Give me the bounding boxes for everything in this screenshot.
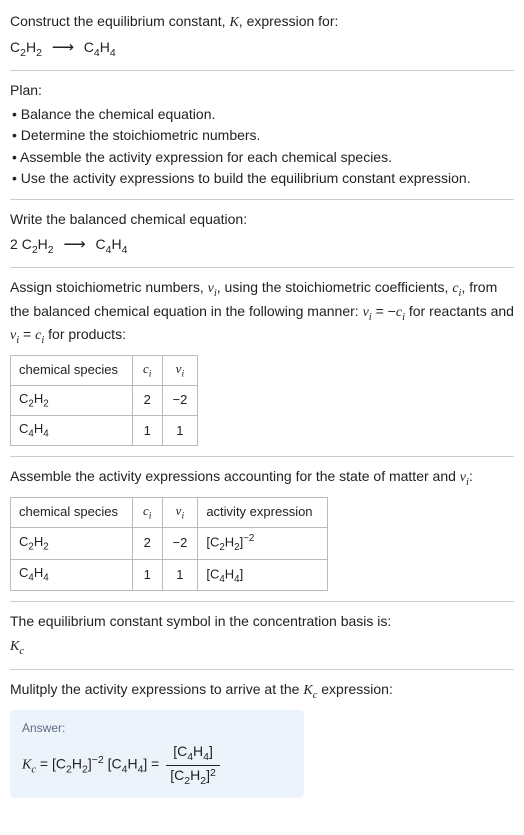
plan-item: Balance the chemical equation.	[12, 105, 514, 125]
cell-species: C2H2	[11, 528, 133, 560]
fraction-numerator: [C4H4]	[166, 742, 220, 765]
cell-activity-expression: [C4H4]	[198, 559, 327, 591]
plan-item: Use the activity expressions to build th…	[12, 169, 514, 189]
divider	[10, 601, 514, 602]
species-c4h4: C4H4	[95, 236, 127, 252]
plan-heading: Plan:	[10, 81, 514, 101]
reaction-arrow-icon: ⟶	[52, 39, 74, 56]
plan-item: Assemble the activity expression for eac…	[12, 148, 514, 168]
prompt-K: K	[229, 15, 238, 30]
col-species: chemical species	[11, 355, 133, 385]
col-ci: ci	[133, 497, 163, 527]
activity-heading: Assemble the activity expressions accoun…	[10, 467, 514, 490]
cell-nui: 1	[162, 416, 198, 446]
cell-ci: 1	[133, 416, 163, 446]
answer-box: Answer: Kc = [C2H2]−2 [C4H4] = [C4H4][C2…	[10, 710, 304, 799]
divider	[10, 199, 514, 200]
prompt-prefix: Construct the equilibrium constant,	[10, 13, 229, 29]
col-species: chemical species	[11, 497, 133, 527]
prompt-line-1: Construct the equilibrium constant, K, e…	[10, 12, 514, 33]
cell-species: C2H2	[11, 385, 133, 415]
cell-activity-expression: [C2H2]−2	[198, 528, 327, 560]
divider	[10, 70, 514, 71]
multiply-heading: Mulitply the activity expressions to arr…	[10, 680, 514, 703]
stoich-table: chemical species ci νi C2H2 2 −2 C4H4 1 …	[10, 355, 198, 447]
table-row: C4H4 1 1 [C4H4]	[11, 559, 328, 591]
activity-table: chemical species ci νi activity expressi…	[10, 497, 328, 591]
reaction-arrow-icon: ⟶	[64, 236, 86, 253]
cell-nui: −2	[162, 528, 198, 560]
plan-item: Determine the stoichiometric numbers.	[12, 126, 514, 146]
table-header-row: chemical species ci νi	[11, 355, 198, 385]
divider	[10, 456, 514, 457]
species-c2h2: C2H2	[10, 39, 42, 55]
table-header-row: chemical species ci νi activity expressi…	[11, 497, 328, 527]
cell-species: C4H4	[11, 416, 133, 446]
col-ci: ci	[133, 355, 163, 385]
species-c2h2: C2H2	[22, 236, 54, 252]
divider	[10, 267, 514, 268]
fraction: [C4H4][C2H2]2	[166, 742, 220, 788]
fraction-denominator: [C2H2]2	[166, 766, 220, 788]
cell-nui: 1	[162, 559, 198, 591]
answer-label: Answer:	[22, 720, 292, 737]
species-c4h4: C4H4	[84, 39, 116, 55]
prompt-suffix: , expression for:	[239, 13, 339, 29]
divider	[10, 669, 514, 670]
assign-paragraph: Assign stoichiometric numbers, νi, using…	[10, 278, 514, 348]
balanced-coef-left: 2	[10, 236, 22, 252]
table-row: C4H4 1 1	[11, 416, 198, 446]
col-nui: νi	[162, 497, 198, 527]
kc-symbol: Kc	[10, 636, 514, 659]
conc-basis-heading: The equilibrium constant symbol in the c…	[10, 612, 514, 632]
cell-ci: 2	[133, 385, 163, 415]
col-activity-expression: activity expression	[198, 497, 327, 527]
table-row: C2H2 2 −2 [C2H2]−2	[11, 528, 328, 560]
unbalanced-equation: C2H2 ⟶ C4H4	[10, 37, 514, 60]
answer-equation: Kc = [C2H2]−2 [C4H4] = [C4H4][C2H2]2	[22, 742, 292, 788]
plan-list: Balance the chemical equation. Determine…	[10, 105, 514, 189]
cell-nui: −2	[162, 385, 198, 415]
cell-ci: 1	[133, 559, 163, 591]
cell-species: C4H4	[11, 559, 133, 591]
balanced-heading: Write the balanced chemical equation:	[10, 210, 514, 230]
balanced-equation: 2 C2H2 ⟶ C4H4	[10, 234, 514, 257]
table-row: C2H2 2 −2	[11, 385, 198, 415]
cell-ci: 2	[133, 528, 163, 560]
col-nui: νi	[162, 355, 198, 385]
